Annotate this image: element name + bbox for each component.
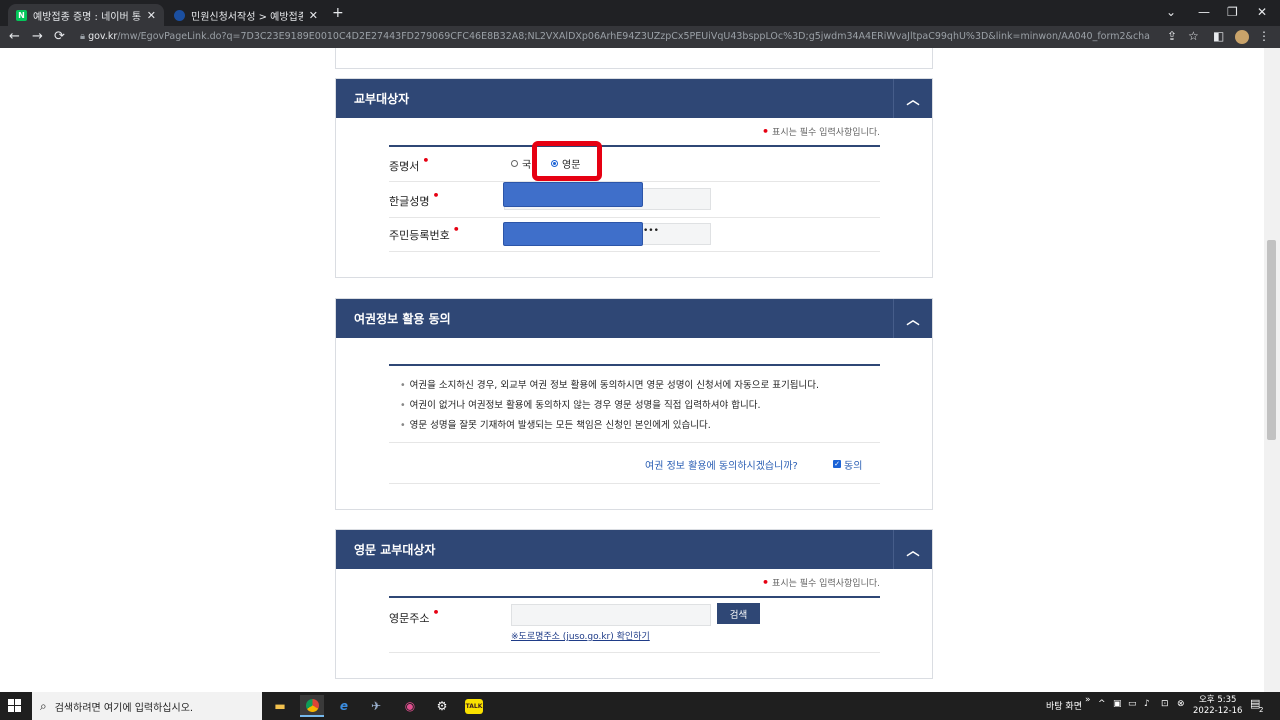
taskbar-clock[interactable]: 오후 5:35 2022-12-16 <box>1193 695 1242 717</box>
address-search-button[interactable]: 검색 <box>717 603 760 624</box>
certificate-label: 증명서 • <box>389 154 430 173</box>
windows-taskbar: ⌕ 검색하려면 여기에 입력하십시오. ▬ e ✈ ◉ ⚙ TALK 바탕 화면… <box>0 692 1280 720</box>
settings-gear-icon[interactable]: ⚙ <box>430 695 454 717</box>
taskbar-search-box[interactable]: ⌕ 검색하려면 여기에 입력하십시오. <box>32 692 262 720</box>
tab-gov-form[interactable]: 민원신청서작성 > 예방접종증명 ✕ <box>166 4 326 26</box>
chrome-canary-icon[interactable]: ◉ <box>398 695 422 717</box>
browser-tab-bar: N 예방접종 증명 : 네이버 통합검색 ✕ 민원신청서작성 > 예방접종증명 … <box>0 0 1280 26</box>
forward-icon[interactable]: → <box>32 29 43 44</box>
section-header: 여권정보 활용 동의 ︿ <box>336 299 932 338</box>
network-icon[interactable]: ▭ <box>1128 699 1137 709</box>
profile-avatar[interactable] <box>1235 30 1249 44</box>
notification-count: 2 <box>1259 706 1264 714</box>
section-header: 교부대상자 ︿ <box>336 79 932 118</box>
english-address-label: 영문주소 • <box>389 606 440 625</box>
minimize-icon[interactable]: — <box>1198 5 1210 19</box>
clock-time: 오후 5:35 <box>1198 695 1237 705</box>
file-explorer-icon[interactable]: ▬ <box>268 695 292 717</box>
show-hidden-icons-chevron-icon[interactable]: ^ <box>1098 699 1106 709</box>
chrome-icon[interactable] <box>300 695 324 717</box>
ie-icon[interactable]: e <box>332 695 356 717</box>
section-title: 영문 교부대상자 <box>354 543 436 557</box>
radio-circle-icon <box>511 160 518 167</box>
recipient-section: 교부대상자 ︿ • 표시는 필수 입력사항입니다. 증명서 • 국 영문 한글성명 •… <box>335 78 933 278</box>
volume-icon[interactable]: ♪ <box>1144 699 1150 709</box>
gov-favicon-icon <box>174 9 185 21</box>
clock-date: 2022-12-16 <box>1193 706 1243 716</box>
tab-naver-search[interactable]: N 예방접종 증명 : 네이버 통합검색 ✕ <box>8 4 164 26</box>
restore-icon[interactable]: ❐ <box>1227 5 1238 19</box>
tab-search-icon[interactable]: ⌄ <box>1166 5 1176 19</box>
windows-start-icon[interactable] <box>8 699 22 713</box>
korean-name-row: 한글성명 • <box>389 181 880 218</box>
scrollbar-thumb[interactable] <box>1267 240 1276 440</box>
required-note: • 표시는 필수 입력사항입니다. <box>762 576 880 589</box>
juso-link[interactable]: ※도로명주소 (juso.go.kr) 확인하기 <box>511 629 650 642</box>
language-icon[interactable]: ⊗ <box>1177 699 1185 709</box>
url-host: gov.kr <box>88 31 118 42</box>
collapse-chevron-up-icon[interactable]: ︿ <box>893 299 932 338</box>
kakaotalk-icon[interactable]: TALK <box>462 695 486 717</box>
form-divider <box>389 364 880 366</box>
bookmark-star-icon[interactable]: ☆ <box>1188 29 1199 43</box>
reload-icon[interactable]: ⟳ <box>54 29 65 44</box>
back-icon[interactable]: ← <box>9 29 20 44</box>
rrn-row: 주민등록번호 • ••• <box>389 217 880 252</box>
redaction-box <box>503 222 643 246</box>
app-icon[interactable]: ✈ <box>364 695 388 717</box>
highlight-box <box>532 141 602 181</box>
consent-row: 여권 정보 활용에 동의하시겠습니까? ✓ 동의 <box>389 442 880 484</box>
side-panel-icon[interactable]: ◧ <box>1213 29 1224 43</box>
section-title: 여권정보 활용 동의 <box>354 312 451 326</box>
overflow-icon[interactable]: » <box>1085 695 1091 705</box>
collapse-chevron-up-icon[interactable]: ︿ <box>893 530 932 569</box>
ime-icon[interactable]: ⊡ <box>1161 699 1169 709</box>
section-header: 영문 교부대상자 ︿ <box>336 530 932 569</box>
consent-question: 여권 정보 활용에 동의하시겠습니까? <box>645 461 798 472</box>
new-tab-button[interactable]: + <box>332 5 344 21</box>
consent-label[interactable]: 동의 <box>844 457 862 472</box>
browser-toolbar: ← → ⟳ 🔒︎ gov.kr/mw/EgovPageLink.do?q=7D3… <box>0 26 1280 48</box>
address-bar[interactable]: 🔒︎ gov.kr/mw/EgovPageLink.do?q=7D3C23E91… <box>80 29 1150 45</box>
rrn-masked-value: ••• <box>643 226 659 236</box>
search-icon: ⌕ <box>40 698 47 713</box>
close-window-icon[interactable]: ✕ <box>1257 5 1267 19</box>
section-title: 교부대상자 <box>354 92 410 106</box>
share-icon[interactable]: ⇪ <box>1167 29 1177 43</box>
collapse-chevron-up-icon[interactable]: ︿ <box>893 79 932 118</box>
close-tab-icon[interactable]: ✕ <box>147 9 156 22</box>
radio-korean[interactable]: 국 <box>511 156 531 171</box>
certificate-row: 증명서 • 국 영문 <box>389 147 880 182</box>
rrn-label: 주민등록번호 • <box>389 223 460 242</box>
naver-favicon-icon: N <box>16 9 27 21</box>
english-recipient-section: 영문 교부대상자 ︿ • 표시는 필수 입력사항입니다. 영문주소 • <box>335 529 933 679</box>
close-tab-icon[interactable]: ✕ <box>309 9 318 22</box>
desktop-label[interactable]: 바탕 화면 <box>1046 699 1082 712</box>
notice-item: • 여권을 소지하신 경우, 외교부 여권 정보 활용에 동의하시면 영문 성명이… <box>400 380 819 391</box>
lock-icon: 🔒︎ <box>80 31 89 42</box>
notice-item: • 영문 성명을 잘못 기재하여 발생되는 모든 책임은 신청인 본인에게 있습니… <box>400 420 711 431</box>
notice-item: • 여권이 없거나 여권정보 활용에 동의하지 않는 경우 영문 성명을 직접 입… <box>400 400 761 411</box>
menu-kebab-icon[interactable]: ⋮ <box>1258 29 1270 43</box>
passport-notice-list: • 여권을 소지하신 경우, 외교부 여권 정보 활용에 동의하시면 영문 성명이… <box>400 376 819 436</box>
search-placeholder: 검색하려면 여기에 입력하십시오. <box>54 702 194 714</box>
tray-app-icon[interactable]: ▣ <box>1113 699 1122 709</box>
url-path: /mw/EgovPageLink.do?q=7D3C23E9189E0010C4… <box>117 31 1150 42</box>
redaction-box <box>503 182 643 207</box>
english-address-row: 영문주소 • <box>389 598 880 653</box>
previous-section-card <box>335 48 933 69</box>
korean-name-label: 한글성명 • <box>389 189 440 208</box>
tab-title: 민원신청서작성 > 예방접종증명 <box>191 11 303 23</box>
consent-checkbox[interactable]: ✓ <box>833 460 841 468</box>
passport-consent-section: 여권정보 활용 동의 ︿ • 여권을 소지하신 경우, 외교부 여권 정보 활용에… <box>335 298 933 510</box>
tab-title: 예방접종 증명 : 네이버 통합검색 <box>33 11 141 23</box>
required-note: • 표시는 필수 입력사항입니다. <box>762 125 880 138</box>
english-address-input[interactable] <box>511 604 711 626</box>
